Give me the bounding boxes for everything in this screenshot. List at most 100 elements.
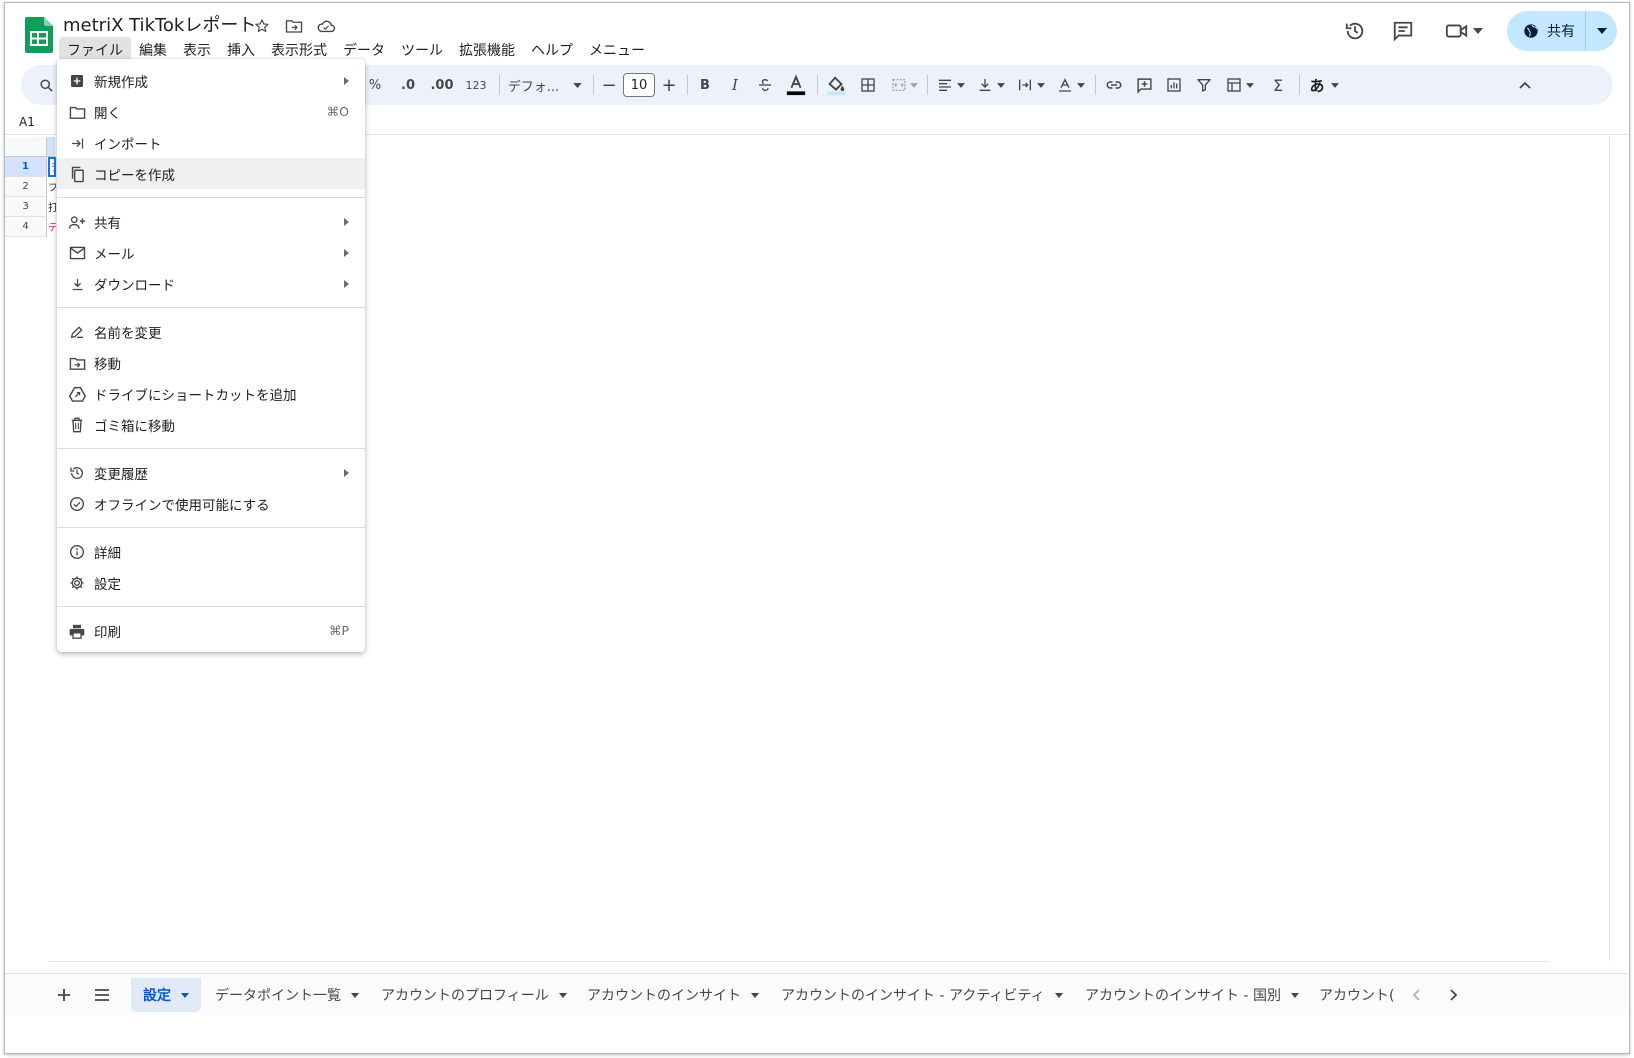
fill-color-button[interactable]: [823, 65, 849, 105]
font-size-input[interactable]: 10: [623, 73, 655, 97]
menu-separator: [57, 307, 365, 308]
font-family-select[interactable]: デフォ...: [505, 65, 585, 105]
vertical-scrollbar[interactable]: [1609, 137, 1621, 961]
insert-link-button[interactable]: [1101, 65, 1127, 105]
decrease-decimal-label: .0: [401, 77, 415, 93]
menu-item[interactable]: 名前を変更: [57, 316, 365, 347]
menu-extensions[interactable]: 拡張機能: [451, 37, 523, 63]
sheet-tab[interactable]: アカウント(: [1307, 978, 1393, 1012]
vertical-align-button[interactable]: [973, 65, 1009, 105]
align-bottom-icon: [979, 79, 991, 91]
grid-cell[interactable]: 打: [48, 199, 56, 219]
menu-item[interactable]: 移動: [57, 347, 365, 378]
submenu-arrow-icon: [344, 468, 349, 477]
merge-cells-button[interactable]: [887, 65, 921, 105]
strikethrough-button[interactable]: [753, 65, 777, 105]
sheet-tab[interactable]: アカウントのインサイト: [575, 978, 771, 1012]
text-color-button[interactable]: [783, 65, 809, 105]
chevron-down-icon[interactable]: [351, 992, 359, 998]
submenu-arrow-icon: [344, 76, 349, 85]
row-header[interactable]: 1: [5, 157, 47, 177]
row-header[interactable]: 2: [5, 177, 47, 197]
menu-item[interactable]: メール: [57, 237, 365, 268]
chevron-down-icon[interactable]: [181, 992, 189, 998]
menu-tools[interactable]: ツール: [393, 37, 451, 63]
horizontal-align-button[interactable]: [933, 65, 969, 105]
meet-button[interactable]: [1435, 11, 1493, 51]
grid-cell[interactable]: テ: [48, 219, 56, 239]
menu-item[interactable]: ドライブにショートカットを追加: [57, 378, 365, 409]
italic-button[interactable]: I: [723, 65, 747, 105]
menu-item[interactable]: ダウンロード: [57, 268, 365, 299]
font-size-decrease-button[interactable]: −: [599, 65, 619, 105]
menu-item[interactable]: コピーを作成: [57, 158, 365, 189]
borders-button[interactable]: [855, 65, 881, 105]
row-header[interactable]: 3: [5, 197, 47, 217]
chevron-down-icon[interactable]: [751, 992, 759, 998]
star-icon[interactable]: [251, 15, 273, 37]
menu-item[interactable]: 設定: [57, 567, 365, 598]
horizontal-scrollbar[interactable]: [49, 961, 1549, 973]
trash-icon: [68, 416, 86, 434]
menu-item[interactable]: 共有: [57, 206, 365, 237]
select-all-corner[interactable]: [5, 137, 47, 157]
search-menus-button[interactable]: [35, 65, 57, 105]
sheet-tab[interactable]: アカウントのプロフィール: [369, 978, 579, 1012]
scroll-tabs-right-button[interactable]: [1443, 984, 1465, 1006]
increase-decimal-button[interactable]: .00: [427, 65, 457, 105]
share-button[interactable]: 共有: [1507, 11, 1617, 51]
number-format-button[interactable]: 123: [461, 65, 491, 105]
text-rotation-icon: [1059, 78, 1071, 92]
menu-item[interactable]: ゴミ箱に移動: [57, 409, 365, 440]
functions-button[interactable]: Σ: [1265, 65, 1291, 105]
history-icon: [68, 464, 86, 482]
menu-item[interactable]: インポート: [57, 127, 365, 158]
video-camera-icon: [1445, 24, 1468, 38]
filter-views-button[interactable]: [1221, 65, 1259, 105]
chevron-down-icon[interactable]: [1054, 992, 1063, 998]
grid-cell[interactable]: ラ: [48, 157, 56, 177]
copy-icon: [68, 165, 86, 183]
sheet-tab[interactable]: データポイント一覧: [203, 978, 371, 1012]
scroll-tabs-left-button[interactable]: [1405, 984, 1427, 1006]
document-title[interactable]: metriX TikTokレポート: [63, 11, 256, 37]
menu-item[interactable]: オフラインで使用可能にする: [57, 488, 365, 519]
insert-comment-button[interactable]: [1131, 65, 1157, 105]
menu-item[interactable]: 新規作成: [57, 65, 365, 96]
input-tools-button[interactable]: あ: [1305, 65, 1343, 105]
text-rotation-button[interactable]: [1053, 65, 1089, 105]
menu-item[interactable]: 開く ⌘O: [57, 96, 365, 127]
add-sheet-button[interactable]: [51, 982, 77, 1008]
collapse-toolbar-button[interactable]: [1513, 65, 1537, 105]
text-wrapping-button[interactable]: [1013, 65, 1049, 105]
bold-button[interactable]: B: [693, 65, 717, 105]
sheet-tab[interactable]: 設定: [131, 978, 201, 1012]
grid-cell[interactable]: フ: [48, 179, 56, 199]
name-box[interactable]: A1: [19, 115, 35, 129]
chevron-down-icon[interactable]: [1290, 992, 1299, 998]
menu-custom[interactable]: メニュー: [581, 37, 653, 63]
column-header-a[interactable]: [47, 137, 55, 157]
sheet-tab[interactable]: アカウントのインサイト - 国別: [1073, 978, 1311, 1012]
move-folder-icon[interactable]: [283, 15, 305, 37]
filter-button[interactable]: [1191, 65, 1217, 105]
menu-item[interactable]: 印刷 ⌘P: [57, 615, 365, 646]
insert-chart-button[interactable]: [1161, 65, 1187, 105]
font-size-increase-button[interactable]: +: [659, 65, 679, 105]
sheet-tab[interactable]: アカウントのインサイト - アクティビティ: [769, 978, 1075, 1012]
row-header[interactable]: 4: [5, 217, 47, 237]
align-left-icon: [939, 79, 951, 91]
all-sheets-button[interactable]: [89, 982, 115, 1008]
cloud-saved-icon[interactable]: [315, 15, 337, 37]
chevron-down-icon[interactable]: [558, 992, 567, 998]
menu-item[interactable]: 変更履歴: [57, 457, 365, 488]
percent-format-button[interactable]: %: [365, 65, 385, 105]
decrease-decimal-button[interactable]: .0: [395, 65, 421, 105]
menu-help[interactable]: ヘルプ: [523, 37, 581, 63]
version-history-button[interactable]: [1335, 11, 1375, 51]
menu-item[interactable]: 詳細: [57, 536, 365, 567]
menu-item-label: ダウンロード: [94, 277, 175, 294]
share-options-button[interactable]: [1585, 11, 1617, 51]
comments-button[interactable]: [1383, 11, 1423, 51]
sheets-logo-icon[interactable]: [25, 17, 53, 53]
